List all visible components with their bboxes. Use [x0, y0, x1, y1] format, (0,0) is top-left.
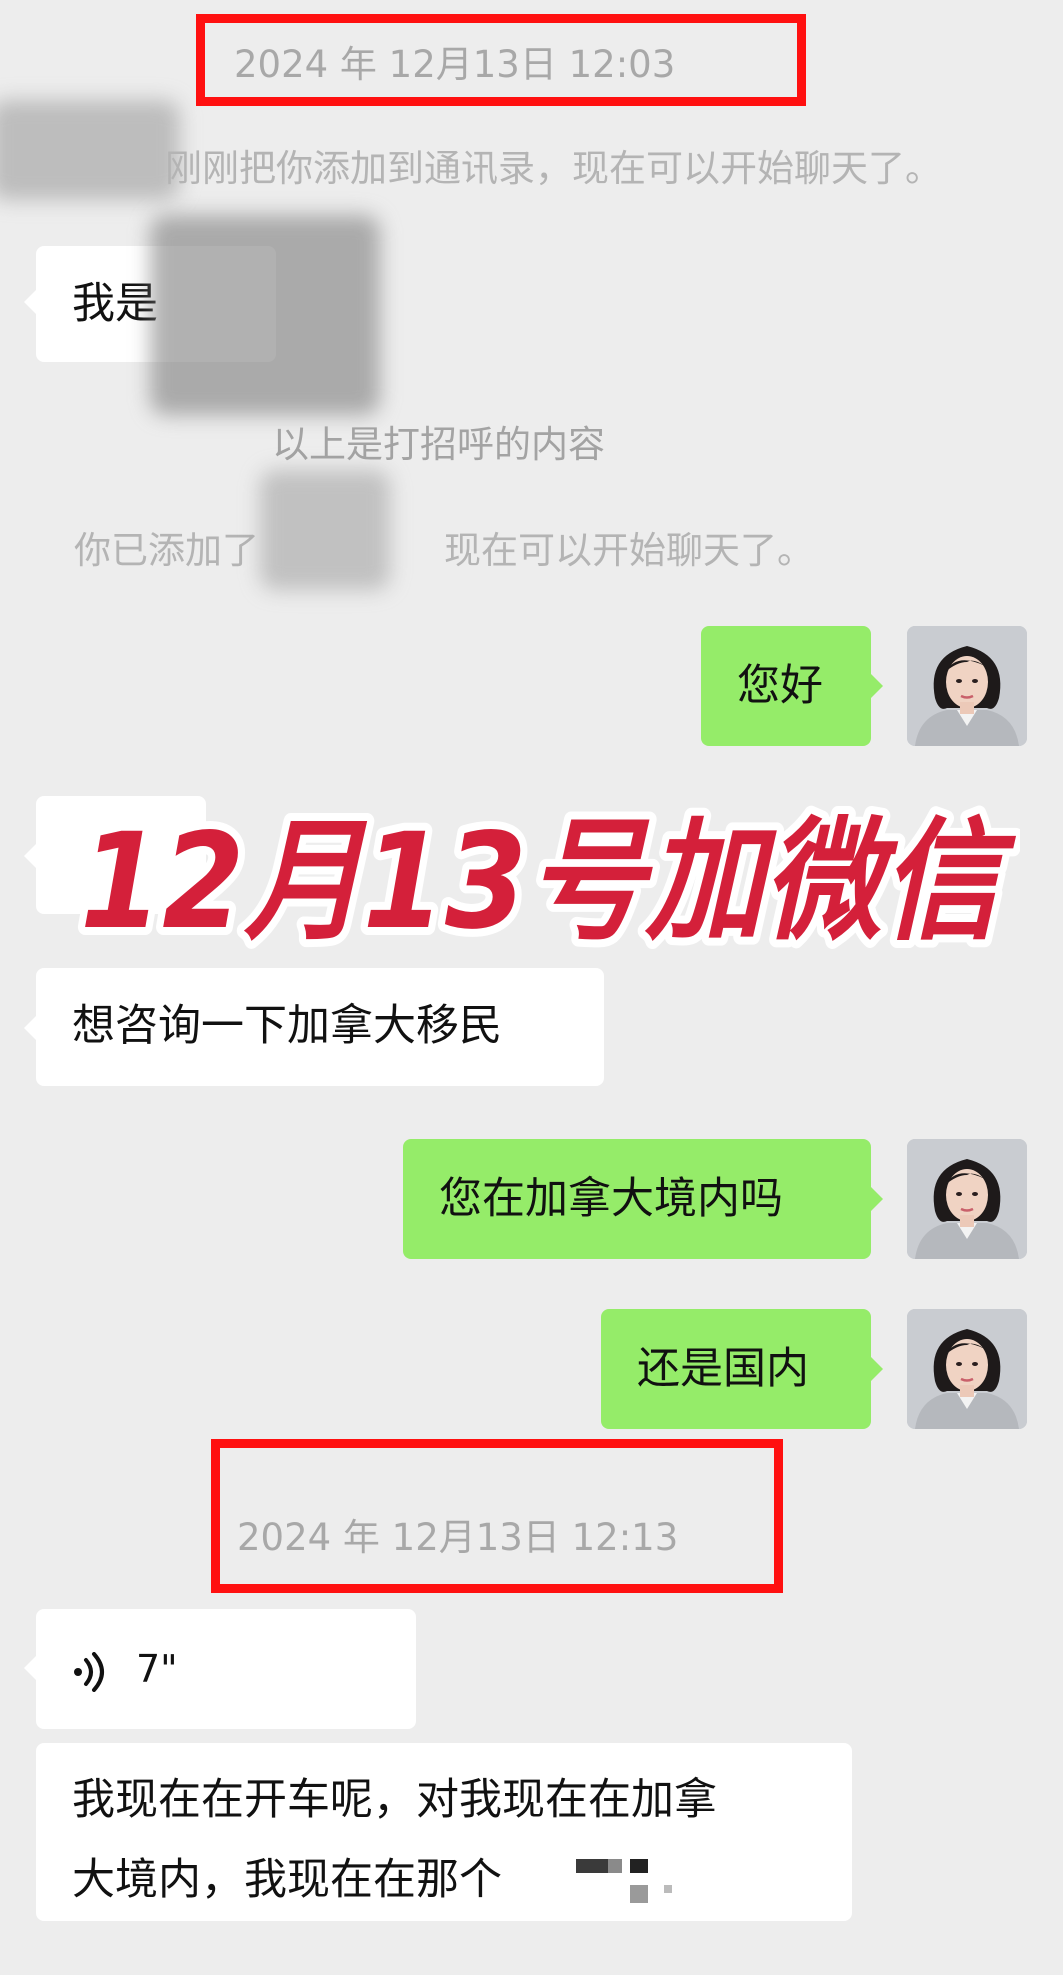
redaction-smudge — [260, 470, 390, 590]
redaction-smudge — [0, 100, 180, 200]
timestamp: 2024 年 12月13日 12:03 — [234, 43, 676, 86]
overlay-caption-text: 12月13号加微信 — [80, 805, 1016, 959]
bubble-tail — [871, 674, 883, 698]
redaction-pixel-block — [576, 1859, 686, 1920]
greeting-label: 以上是打招呼的内容 — [272, 423, 605, 466]
bubble-tail — [24, 1016, 36, 1040]
avatar[interactable] — [907, 1139, 1027, 1259]
system-you-added-suffix: 现在可以开始聊天了。 — [444, 529, 814, 572]
bubble-tail — [871, 1357, 883, 1381]
message-incoming-consult[interactable]: 想咨询一下加拿大移民 — [36, 968, 604, 1086]
redaction-smudge — [150, 215, 380, 415]
overlay-caption: 12月13号加微信 — [60, 795, 1024, 967]
message-text: 想咨询一下加拿大移民 — [72, 1001, 502, 1051]
voice-duration: 7" — [136, 1647, 178, 1691]
message-incoming-driving[interactable]: 我现在在开车呢，对我现在在加拿 大境内，我现在在那个 — [36, 1743, 852, 1921]
message-outgoing-hello[interactable]: 您好 — [701, 626, 871, 746]
bubble-tail — [871, 1187, 883, 1211]
voice-wave-icon — [72, 1649, 112, 1707]
system-you-added-prefix: 你已添加了 — [74, 529, 259, 572]
message-text-line-1: 我现在在开车呢，对我现在在加拿 — [72, 1775, 717, 1825]
timestamp: 2024 年 12月13日 12:13 — [237, 1516, 679, 1559]
avatar[interactable] — [907, 1309, 1027, 1429]
avatar[interactable] — [907, 626, 1027, 746]
message-text: 我是 — [72, 279, 158, 329]
message-text-line-2: 大境内，我现在在那个 — [72, 1855, 502, 1905]
message-outgoing-in-canada[interactable]: 您在加拿大境内吗 — [403, 1139, 871, 1259]
bubble-tail — [24, 844, 36, 868]
message-text: 还是国内 — [637, 1344, 809, 1394]
bubble-tail — [24, 1656, 36, 1680]
bubble-tail — [24, 290, 36, 314]
voice-message[interactable]: 7" — [36, 1609, 416, 1729]
message-text: 您好 — [737, 661, 823, 711]
message-outgoing-domestic[interactable]: 还是国内 — [601, 1309, 871, 1429]
system-added-notice: 刚刚把你添加到通讯录，现在可以开始聊天了。 — [165, 147, 942, 190]
message-text: 您在加拿大境内吗 — [439, 1174, 783, 1224]
